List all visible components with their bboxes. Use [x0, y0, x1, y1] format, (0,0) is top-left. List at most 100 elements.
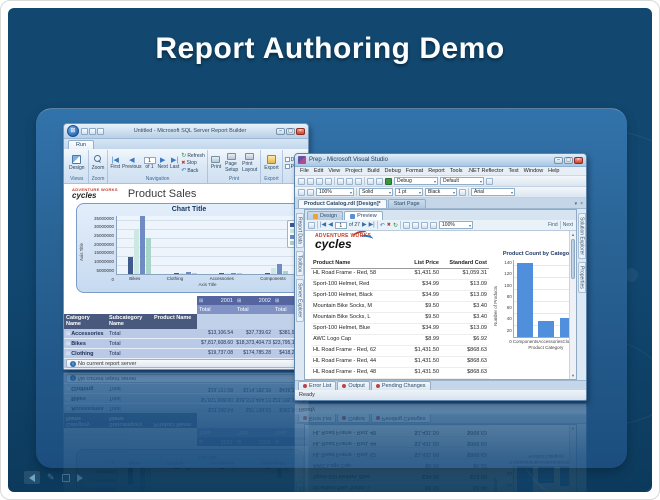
border-style-dropdown[interactable]: Solid ▾	[359, 188, 393, 196]
start-debug-icon[interactable]	[385, 177, 392, 185]
save-all-icon[interactable]	[325, 177, 332, 185]
category-cell[interactable]: ⊞ Accessories	[64, 329, 107, 339]
font-dropdown[interactable]: Arial ▾	[471, 188, 515, 196]
menu-item[interactable]: Edit	[314, 168, 323, 174]
expand-icon[interactable]: ⊞	[66, 341, 70, 347]
back-icon[interactable]: ↶	[380, 222, 385, 229]
new-project-icon[interactable]	[298, 177, 305, 185]
find-next-button[interactable]: Next	[563, 222, 573, 228]
close-button[interactable]: ×	[296, 127, 305, 135]
scrollbar-thumb[interactable]	[571, 239, 575, 279]
print-icon[interactable]	[403, 221, 411, 229]
close-button[interactable]: ×	[574, 156, 583, 164]
menu-item[interactable]: Format	[406, 168, 423, 174]
category-cell[interactable]: ⊞ Clothing	[64, 349, 107, 359]
bottom-panel-tab[interactable]: Error List	[298, 381, 337, 390]
column-header[interactable]: Category Name	[64, 314, 107, 329]
maximize-button[interactable]: ▢	[286, 127, 295, 135]
scroll-up-icon[interactable]: ▲	[570, 231, 576, 238]
layout-icon[interactable]	[298, 188, 305, 196]
rb-titlebar[interactable]: ⊞ Untitled - Microsoft SQL Server Report…	[64, 124, 308, 139]
preview-zoom-dropdown[interactable]: 100% ▾	[439, 221, 474, 229]
menu-item[interactable]: Tools	[450, 168, 463, 174]
menu-item[interactable]: Build	[367, 168, 379, 174]
category-cell[interactable]: ⊞ Bikes	[64, 339, 107, 349]
tab-start-page[interactable]: Start Page	[387, 199, 426, 208]
export-button[interactable]: Export	[263, 154, 279, 172]
zoom-button[interactable]: Zoom	[91, 154, 106, 172]
print-button[interactable]: Print	[210, 155, 222, 171]
expand-icon[interactable]: ⊞	[66, 351, 70, 357]
qat-undo-icon[interactable]	[89, 127, 96, 135]
qat-save-icon[interactable]	[81, 127, 88, 135]
slide-menu-button[interactable]	[61, 473, 70, 482]
print-layout-button[interactable]: Print Layout	[241, 152, 258, 174]
column-header[interactable]: Subcategory Name	[107, 314, 152, 329]
scroll-down-icon[interactable]: ▼	[570, 372, 576, 379]
open-file-icon[interactable]	[307, 177, 314, 185]
tool-window-tab[interactable]: Properties	[577, 262, 586, 293]
column-header[interactable]: Product Name	[152, 314, 197, 329]
menu-item[interactable]: Window	[524, 168, 544, 174]
document-map-icon[interactable]	[308, 221, 315, 229]
tab-preview[interactable]: Preview	[344, 211, 383, 220]
maximize-button[interactable]: ▢	[564, 156, 573, 164]
vertical-scrollbar[interactable]: ▲ ▼	[569, 231, 576, 379]
menu-item[interactable]: Help	[548, 168, 559, 174]
menu-item[interactable]: Report	[428, 168, 445, 174]
bottom-panel-tab[interactable]: Pending Changes	[370, 381, 431, 390]
menu-item[interactable]: View	[328, 168, 340, 174]
office-orb-button[interactable]: ⊞	[67, 125, 79, 137]
stop-button[interactable]: ✖ Stop	[181, 160, 205, 166]
next-page-icon[interactable]: ▶	[362, 222, 367, 228]
refresh-button[interactable]: ↻ Refresh	[181, 152, 205, 160]
next-button[interactable]: ▶ Next	[158, 157, 168, 170]
menu-item[interactable]: .NET Reflector	[468, 168, 504, 174]
tool-window-tab[interactable]: Toolbox	[295, 250, 304, 277]
save-icon[interactable]	[316, 177, 323, 185]
page-setup-icon[interactable]	[421, 221, 429, 229]
expand-icon[interactable]: ⊞	[275, 298, 279, 304]
first-page-icon[interactable]: |◀	[320, 222, 326, 228]
paste-icon[interactable]	[355, 177, 362, 185]
tool-window-tab[interactable]: Server Explorer	[295, 279, 304, 322]
refresh-icon[interactable]: ↻	[393, 222, 398, 229]
zoom-dropdown[interactable]: 100% ▾	[316, 188, 354, 196]
menu-item[interactable]: Debug	[385, 168, 401, 174]
configuration-dropdown[interactable]: Debug ▾	[394, 177, 438, 185]
redo-icon[interactable]	[376, 177, 383, 185]
first-button[interactable]: |◀ First	[110, 157, 120, 170]
previous-page-icon[interactable]: ◀	[328, 222, 333, 228]
last-page-icon[interactable]: ▶|	[369, 222, 375, 228]
tool-window-tab[interactable]: Report Data	[295, 213, 304, 248]
print-layout-icon[interactable]	[412, 221, 420, 229]
stop-icon[interactable]: ✖	[387, 222, 391, 228]
border-color-dropdown[interactable]: Black ▾	[425, 188, 457, 196]
tab-product-catalog[interactable]: Product Catalog.rdl [Design]*	[298, 199, 387, 208]
design-button[interactable]: Design	[68, 154, 86, 172]
previous-button[interactable]: ◀ Previous	[122, 157, 141, 170]
tab-design[interactable]: Design	[307, 211, 344, 220]
doc-close-icon[interactable]: ×	[580, 201, 583, 207]
last-button[interactable]: ▶| Last	[170, 157, 179, 170]
find-button[interactable]: Find	[548, 222, 558, 228]
export-icon[interactable]	[430, 221, 438, 229]
find-icon[interactable]	[486, 177, 493, 185]
minimize-button[interactable]: –	[276, 127, 285, 135]
vs-titlebar[interactable]: Prep - Microsoft Visual Studio – ▢ ×	[295, 154, 586, 167]
back-button[interactable]: ↶ Back	[181, 167, 205, 175]
menu-item[interactable]: Test	[509, 168, 519, 174]
pen-tool-button[interactable]: ✎	[47, 473, 55, 482]
bottom-panel-tab[interactable]: Output	[337, 381, 370, 390]
expand-icon[interactable]: ⊞	[199, 298, 203, 304]
copy-icon[interactable]	[346, 177, 353, 185]
platform-dropdown[interactable]: Default ▾	[440, 177, 484, 185]
expand-icon[interactable]: ⊞	[237, 298, 241, 304]
tool-window-tab[interactable]: Solution Explorer	[577, 213, 586, 260]
border-width-dropdown[interactable]: 1 pt ▾	[395, 188, 423, 196]
cut-icon[interactable]	[337, 177, 344, 185]
menu-item[interactable]: File	[300, 168, 309, 174]
doc-dropdown-icon[interactable]: ▾	[575, 201, 578, 207]
tab-run[interactable]: Run	[68, 140, 95, 149]
undo-icon[interactable]	[367, 177, 374, 185]
